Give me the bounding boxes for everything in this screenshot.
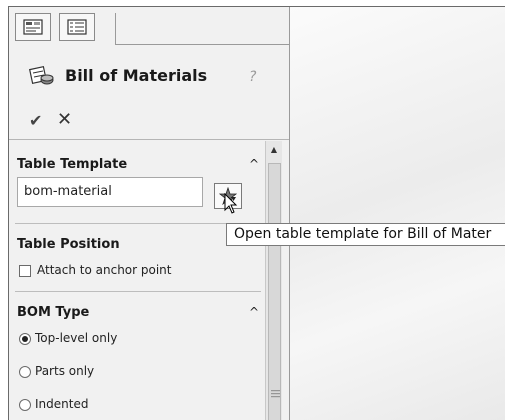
scroll-thumb[interactable]: ― ― ― bbox=[268, 163, 281, 420]
panel-tab-strip bbox=[9, 7, 289, 45]
radio-indented[interactable] bbox=[19, 399, 31, 411]
radio-parts-only[interactable] bbox=[19, 366, 31, 378]
bill-of-materials-icon bbox=[28, 65, 55, 91]
collapse-bom-type-icon[interactable]: ^ bbox=[249, 305, 259, 319]
arrow-cursor-icon bbox=[224, 193, 238, 214]
section-divider bbox=[15, 223, 261, 224]
table-template-input[interactable]: bom-material bbox=[17, 177, 203, 207]
feature-tree-tab-icon bbox=[67, 19, 87, 35]
solidworks-window: Bill of Materials ? ✔ ✕ Table Template ^… bbox=[8, 6, 505, 420]
section-title-table-position: Table Position bbox=[17, 237, 120, 252]
cancel-x-icon[interactable]: ✕ bbox=[57, 109, 72, 130]
graphics-area[interactable] bbox=[290, 7, 505, 420]
scroll-up-arrow-icon[interactable]: ▲ bbox=[266, 141, 282, 157]
property-manager-scroll-area: Table Template ^ bom-material Table Posi… bbox=[9, 141, 264, 420]
scroll-grip-icon: ― ― ― bbox=[271, 386, 280, 402]
radio-top-level-only[interactable] bbox=[19, 333, 31, 345]
section-divider bbox=[15, 291, 261, 292]
tab-property-manager[interactable] bbox=[15, 13, 51, 41]
property-manager-tab-icon bbox=[23, 19, 43, 35]
section-title-bom-type: BOM Type bbox=[17, 305, 90, 320]
help-icon[interactable]: ? bbox=[249, 69, 256, 85]
radio-label-top-level-only: Top-level only bbox=[35, 331, 118, 345]
collapse-table-template-icon[interactable]: ^ bbox=[249, 157, 259, 171]
property-manager-panel: Bill of Materials ? ✔ ✕ Table Template ^… bbox=[9, 7, 290, 420]
page-title: Bill of Materials bbox=[65, 66, 208, 85]
attach-anchor-checkbox[interactable] bbox=[19, 265, 31, 277]
property-manager-header: Bill of Materials ? ✔ ✕ bbox=[9, 45, 289, 141]
tab-strip-divider bbox=[109, 13, 116, 45]
attach-anchor-label: Attach to anchor point bbox=[37, 263, 172, 277]
radio-label-parts-only: Parts only bbox=[35, 364, 95, 378]
radio-label-indented: Indented bbox=[35, 397, 89, 411]
section-title-table-template: Table Template bbox=[17, 157, 128, 172]
tooltip: Open table template for Bill of Mater bbox=[226, 223, 505, 246]
header-divider bbox=[9, 139, 289, 140]
ok-check-icon[interactable]: ✔ bbox=[29, 111, 42, 130]
tab-feature-manager[interactable] bbox=[59, 13, 95, 41]
panel-scrollbar[interactable]: ▲ ― ― ― bbox=[265, 141, 282, 420]
